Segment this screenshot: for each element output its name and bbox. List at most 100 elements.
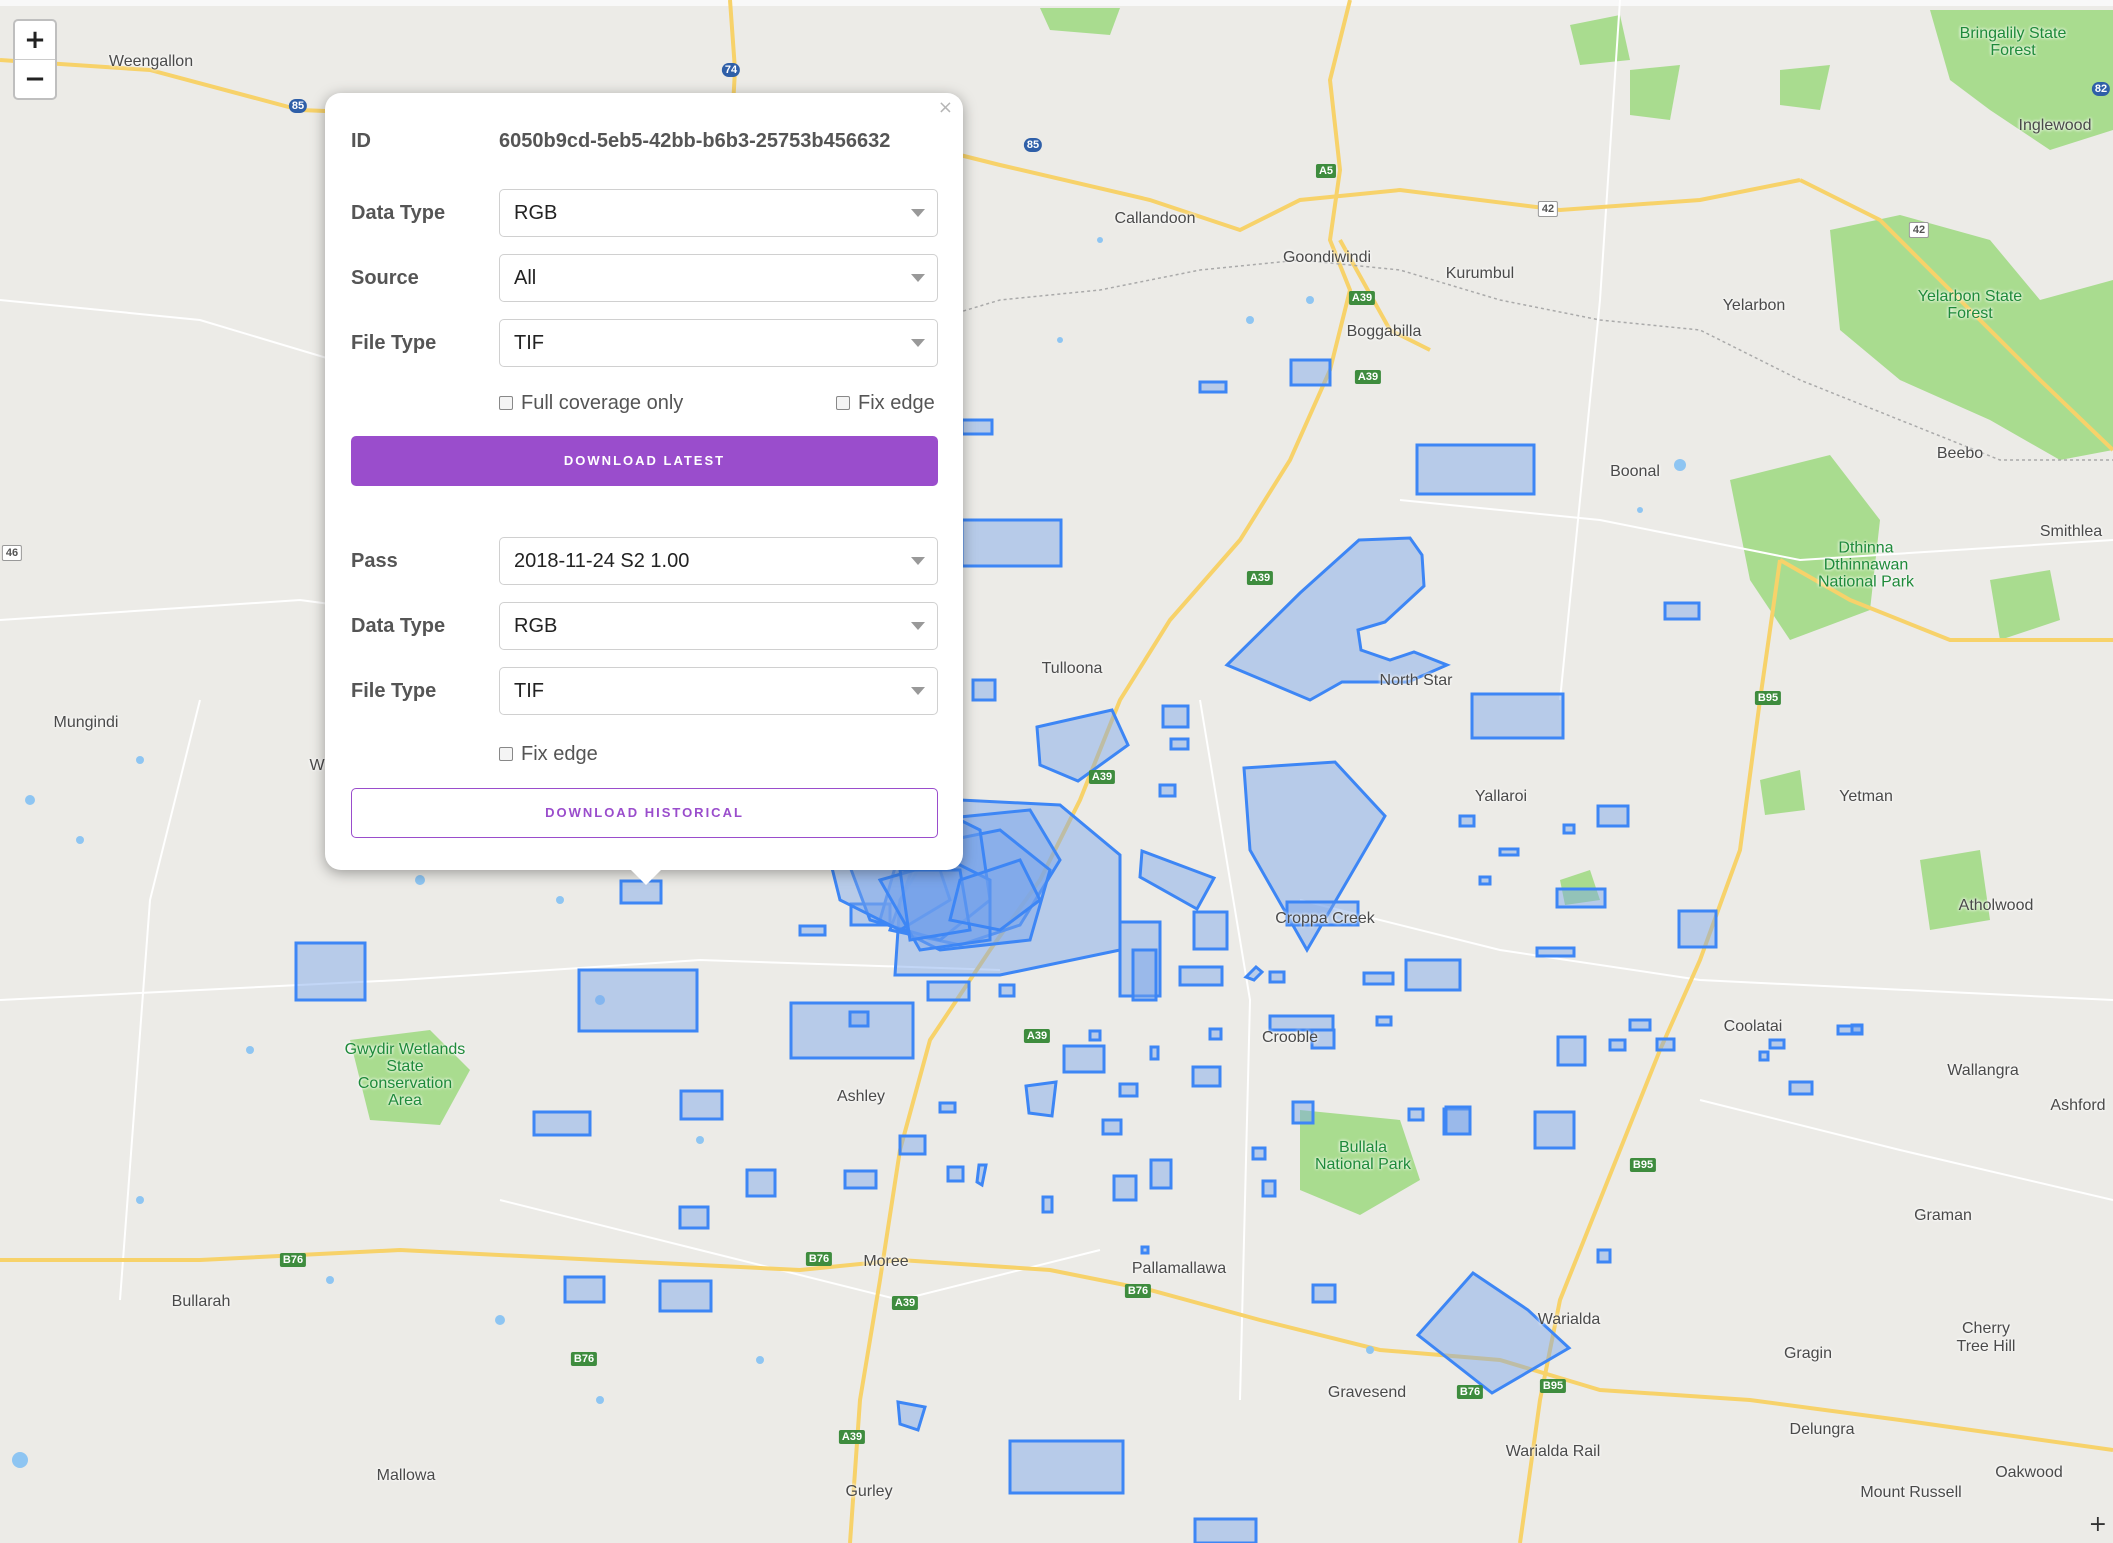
source-value: All (514, 267, 537, 289)
route-shield: 82 (2091, 82, 2111, 96)
chevron-down-icon (911, 687, 925, 695)
place-label: Gravesend (1327, 1384, 1407, 1401)
checkbox-box[interactable] (499, 396, 513, 410)
place-label: Pallamallawa (1131, 1260, 1227, 1277)
download-historical-button[interactable]: DOWNLOAD HISTORICAL (351, 788, 938, 838)
source-row: Source All (351, 254, 938, 302)
zoom-control: + − (13, 19, 57, 100)
place-label: Cherry Tree Hill (1956, 1320, 2016, 1355)
place-label: Ashford (2050, 1097, 2106, 1114)
place-label: Yallaroi (1474, 788, 1528, 805)
full-coverage-label: Full coverage only (521, 392, 684, 414)
fix-edge-checkbox[interactable]: Fix edge (836, 391, 935, 415)
park-label: Dthinna Dthinnawan National Park (1817, 539, 1915, 591)
download-latest-button[interactable]: DOWNLOAD LATEST (351, 436, 938, 486)
route-shield: B95 (1629, 1158, 1657, 1172)
route-shield: B76 (805, 1252, 833, 1266)
route-shield: B76 (279, 1253, 307, 1267)
place-label: Warialda (1537, 1311, 1601, 1328)
place-label: Oakwood (1995, 1464, 2063, 1481)
crosshair-icon: + (2088, 1512, 2107, 1537)
historical-data-type-row: Data Type RGB (351, 602, 938, 650)
file-type-row: File Type TIF (351, 319, 938, 367)
data-type-label: Data Type (351, 202, 446, 224)
data-type-select[interactable]: RGB (499, 189, 938, 237)
download-popup: × ID 6050b9cd-5eb5-42bb-b6b3-25753b45663… (325, 93, 963, 885)
park-label: Gwydir Wetlands State Conservation Area (344, 1041, 466, 1109)
route-shield: 46 (1, 545, 23, 561)
park-label: Bringalily State Forest (1959, 25, 2067, 59)
place-label: Coolatai (1723, 1018, 1783, 1035)
chevron-down-icon (911, 622, 925, 630)
full-coverage-checkbox[interactable]: Full coverage only (499, 391, 683, 415)
place-label: Wallangra (1947, 1062, 2019, 1079)
route-shield: 74 (721, 63, 741, 77)
checkbox-box[interactable] (499, 747, 513, 761)
file-type-value: TIF (514, 332, 544, 354)
pass-value: 2018-11-24 S2 1.00 (514, 550, 690, 572)
place-label: Smithlea (2039, 523, 2103, 540)
historical-file-type-label: File Type (351, 680, 437, 702)
pass-select[interactable]: 2018-11-24 S2 1.00 (499, 537, 938, 585)
place-label: Ashley (836, 1088, 886, 1105)
route-shield: A39 (891, 1296, 919, 1310)
pass-row: Pass 2018-11-24 S2 1.00 (351, 537, 938, 585)
minor-roads (0, 0, 2113, 1401)
place-label: Atholwood (1958, 897, 2034, 914)
place-label: Croppa Creek (1275, 910, 1375, 927)
route-shield: A39 (1246, 571, 1274, 585)
chevron-down-icon (911, 339, 925, 347)
id-row: ID 6050b9cd-5eb5-42bb-b6b3-25753b456632 (351, 117, 938, 165)
file-type-select[interactable]: TIF (499, 319, 938, 367)
checkbox-box[interactable] (836, 396, 850, 410)
chevron-down-icon (911, 557, 925, 565)
route-shield: B76 (1124, 1284, 1152, 1298)
zoom-in-button[interactable]: + (15, 21, 55, 59)
file-type-label: File Type (351, 332, 437, 354)
route-shield: A39 (1088, 770, 1116, 784)
source-label: Source (351, 267, 419, 289)
data-type-row: Data Type RGB (351, 189, 938, 237)
place-label: Inglewood (2018, 117, 2092, 134)
place-label: Warialda Rail (1505, 1443, 1601, 1460)
route-shield: A39 (838, 1430, 866, 1444)
place-label: North Star (1379, 672, 1453, 689)
zoom-out-button[interactable]: − (15, 59, 55, 98)
chevron-down-icon (911, 274, 925, 282)
route-shield: B76 (570, 1352, 598, 1366)
park-label: Yelarbon State Forest (1917, 288, 2023, 322)
route-shield: 42 (1537, 201, 1559, 217)
route-shield: 85 (288, 99, 308, 113)
place-label: Beebo (1936, 445, 1984, 462)
fix-edge-label: Fix edge (858, 392, 935, 414)
id-label: ID (351, 130, 371, 152)
place-label: Mungindi (53, 714, 119, 731)
place-label: Mount Russell (1860, 1484, 1962, 1501)
place-label: Moree (863, 1253, 909, 1270)
historical-data-type-value: RGB (514, 615, 558, 637)
popup-pointer (630, 869, 662, 885)
route-shield: B95 (1539, 1379, 1567, 1393)
place-label: Graman (1914, 1207, 1972, 1224)
historical-data-type-select[interactable]: RGB (499, 602, 938, 650)
route-shield: 85 (1023, 138, 1043, 152)
place-label: Kurumbul (1445, 265, 1515, 282)
place-label: Weengallon (108, 53, 194, 70)
route-shield: A39 (1354, 370, 1382, 384)
place-label: W (309, 757, 325, 774)
route-shield: B76 (1456, 1385, 1484, 1399)
place-label: Boggabilla (1346, 323, 1422, 340)
place-label: Delungra (1789, 1421, 1855, 1438)
pass-label: Pass (351, 550, 398, 572)
historical-fix-edge-checkbox[interactable]: Fix edge (499, 742, 598, 766)
place-label: Callandoon (1114, 210, 1196, 227)
source-select[interactable]: All (499, 254, 938, 302)
place-label: Crooble (1261, 1029, 1319, 1046)
place-label: Gragin (1783, 1345, 1833, 1362)
route-shield: B95 (1754, 691, 1782, 705)
place-label: Goondiwindi (1282, 249, 1372, 266)
place-label: Yetman (1839, 788, 1893, 805)
historical-file-type-select[interactable]: TIF (499, 667, 938, 715)
route-shield: A5 (1315, 164, 1337, 178)
close-icon[interactable]: × (938, 97, 953, 118)
